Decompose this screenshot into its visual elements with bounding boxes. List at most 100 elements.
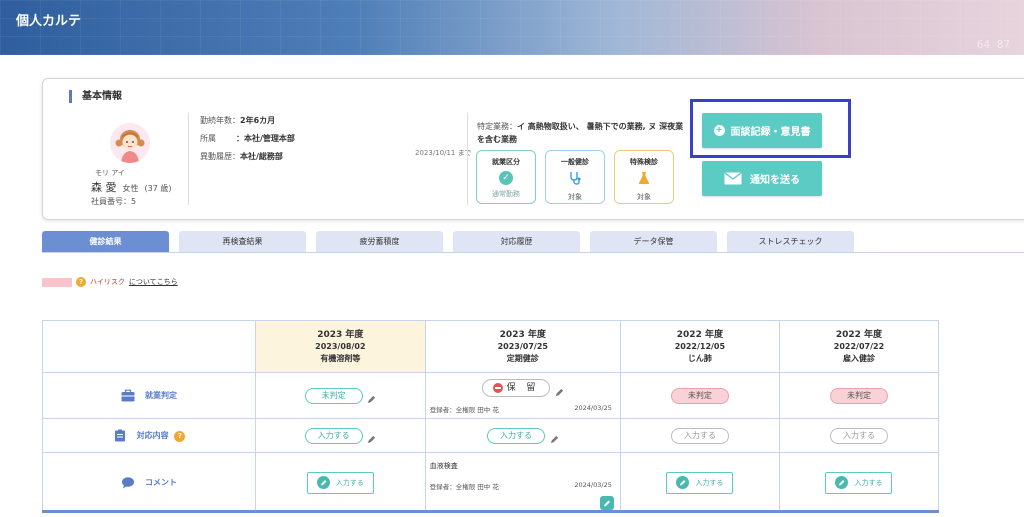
help-icon[interactable]: ? [174, 431, 186, 442]
tenure-row: 勤続年数： 2年6カ月 [200, 115, 465, 133]
pencil-icon [603, 500, 610, 507]
comment-cell: 血液検査 登録者：全権限 田中 花 2024/03/25 [424, 452, 621, 513]
hold-label: 保 留 [506, 383, 540, 393]
work-cell: 未判定 [619, 372, 780, 419]
special-work-label: 特定業務： [477, 122, 517, 131]
checkup-results-table: 2023 年度 2023/08/02 有機溶剤等 2023 年度 2023/07/25… [42, 320, 940, 513]
tab-data-storage[interactable]: データ保管 [590, 231, 717, 253]
column-year: 2022 年度 [835, 329, 883, 340]
name-kana: モリ アイ [95, 169, 125, 177]
tab-fatigue[interactable]: 疲労蓄積度 [316, 231, 443, 253]
comment-input-button[interactable]: 入力する [666, 471, 734, 494]
edit-icon [835, 476, 849, 489]
comment-cell: 入力する [255, 452, 426, 513]
tab-checkup-results[interactable]: 健診結果 [42, 231, 169, 253]
row-label: 就業判定 [145, 391, 177, 400]
response-cell: 入力する [255, 418, 426, 453]
comment-input-label: 入力する [695, 478, 724, 487]
response-input-pill[interactable]: 入力する [670, 427, 729, 444]
risk-legend: ? ハイリスク についてこちら [42, 276, 178, 288]
row-header-work-judgment: 就業判定 [42, 372, 256, 419]
work-cell: 未判定 [778, 372, 940, 419]
registrant: 登録者：全権限 田中 花 [429, 406, 499, 414]
status-box-footer: 対象 [637, 193, 651, 201]
tab-response-history[interactable]: 対応履歴 [453, 231, 580, 253]
no-entry-icon [492, 382, 503, 393]
status-box-general-checkup: 一般健診 対象 [545, 150, 605, 204]
pencil-icon[interactable] [555, 388, 564, 397]
registrant-meta: 登録者：全権限 田中 花 2024/03/25 [430, 404, 612, 414]
pencil-icon[interactable] [367, 395, 376, 404]
column-date: 2022/07/22 [833, 341, 885, 351]
comment-input-button[interactable]: 入力する [825, 471, 893, 494]
page-title: 個人カルテ [16, 14, 82, 29]
edit-icon [676, 476, 690, 489]
pencil-icon[interactable] [550, 435, 559, 444]
stethoscope-icon [570, 172, 581, 185]
work-cell: 未判定 [255, 372, 426, 419]
status-box-work-category: 就業区分 ✓ 通常勤務 [476, 150, 536, 204]
briefcase-icon [121, 389, 135, 402]
plus-icon: + [713, 125, 725, 136]
registrant: 登録者：全権限 田中 花 [429, 483, 499, 491]
dept-label: 所属 [200, 134, 216, 143]
divider [467, 113, 468, 205]
speech-bubble-icon [122, 477, 134, 489]
tab-recheck-results[interactable]: 再検査結果 [179, 231, 306, 253]
basic-info-card: 基本情報 モリ アイ 森 愛女性 (37 歳) 社員番号：5 勤続年数： 2年6カ月… [42, 78, 1024, 220]
column-year: 2022 年度 [676, 329, 723, 340]
table-bottom-bar [42, 510, 939, 513]
avatar [110, 123, 150, 163]
response-input-pill[interactable]: 入力する [829, 427, 888, 444]
meeting-record-label: 面談記録・意見書 [730, 127, 811, 138]
flask-icon [638, 172, 650, 184]
comment-input-label: 入力する [854, 478, 883, 487]
send-notification-button[interactable]: 通知を送る [702, 161, 822, 196]
meeting-record-button[interactable]: + 面談記録・意見書 [702, 113, 822, 148]
work-cell: 保 留 登録者：全権限 田中 花 2024/03/25 [424, 372, 621, 419]
column-type: 定期健診 [506, 353, 539, 363]
column-date: 2023/08/02 [315, 341, 366, 351]
comment-text: 血液検査 [429, 462, 458, 470]
column-type: じん肺 [687, 353, 712, 363]
comment-input-button[interactable]: 入力する [306, 471, 374, 494]
response-cell: 入力する [778, 418, 940, 453]
status-box-title: 一般健診 [561, 158, 589, 166]
help-icon[interactable]: ? [76, 277, 86, 287]
column-header: 2023 年度 2023/08/02 有機溶剤等 [255, 320, 426, 373]
row-header-response: 対応内容 ? [42, 418, 256, 453]
table-row: 対応内容 ? 入力する 入力する 入力する 入力する [42, 418, 940, 453]
registration-date: 2024/03/25 [574, 404, 612, 412]
dept-value: ：本社/管理本部 [236, 134, 295, 143]
work-status-pill[interactable]: 未判定 [304, 387, 363, 404]
section-title: 基本情報 [69, 90, 122, 103]
tenure-value: 2年6カ月 [240, 116, 276, 125]
tab-underline [42, 252, 1024, 253]
status-box-title: 就業区分 [492, 158, 520, 166]
row-label: コメント [145, 478, 177, 487]
work-status-pill[interactable]: 未判定 [670, 387, 729, 404]
employee-name-row: 森 愛女性 (37 歳) [91, 179, 171, 195]
status-box-title: 特殊検診 [630, 158, 658, 166]
table-row: 就業判定 未判定 保 留 登録者：全権限 田中 花 2024/03/25 未判定 … [42, 372, 940, 419]
tab-stress-check[interactable]: ストレスチェック [727, 231, 854, 253]
pencil-icon[interactable] [367, 435, 376, 444]
response-input-pill[interactable]: 入力する [487, 427, 545, 444]
divider [188, 113, 189, 205]
high-risk-info-link[interactable]: についてこちら [129, 277, 178, 287]
envelope-icon [724, 172, 742, 185]
transfer-value: 本社/総務部 [240, 152, 283, 161]
transfer-label: 異動履歴： [200, 152, 240, 161]
column-header: 2023 年度 2023/07/25 定期健診 [424, 320, 621, 373]
column-header: 2022 年度 2022/07/22 雇入健診 [778, 320, 940, 373]
avatar-icon [110, 123, 150, 163]
registrant-meta: 登録者：全権限 田中 花 2024/03/25 [430, 481, 612, 491]
response-input-pill[interactable]: 入力する [304, 427, 363, 444]
edit-comment-button[interactable] [599, 496, 614, 510]
employee-number: 社員番号：5 [91, 197, 137, 206]
work-status-pill[interactable]: 保 留 [481, 379, 551, 397]
transfer-date: 2023/10/11 まで [415, 149, 472, 157]
corner-cell [42, 320, 256, 373]
work-status-pill[interactable]: 未判定 [829, 387, 888, 404]
status-box-footer: 対象 [568, 193, 582, 201]
